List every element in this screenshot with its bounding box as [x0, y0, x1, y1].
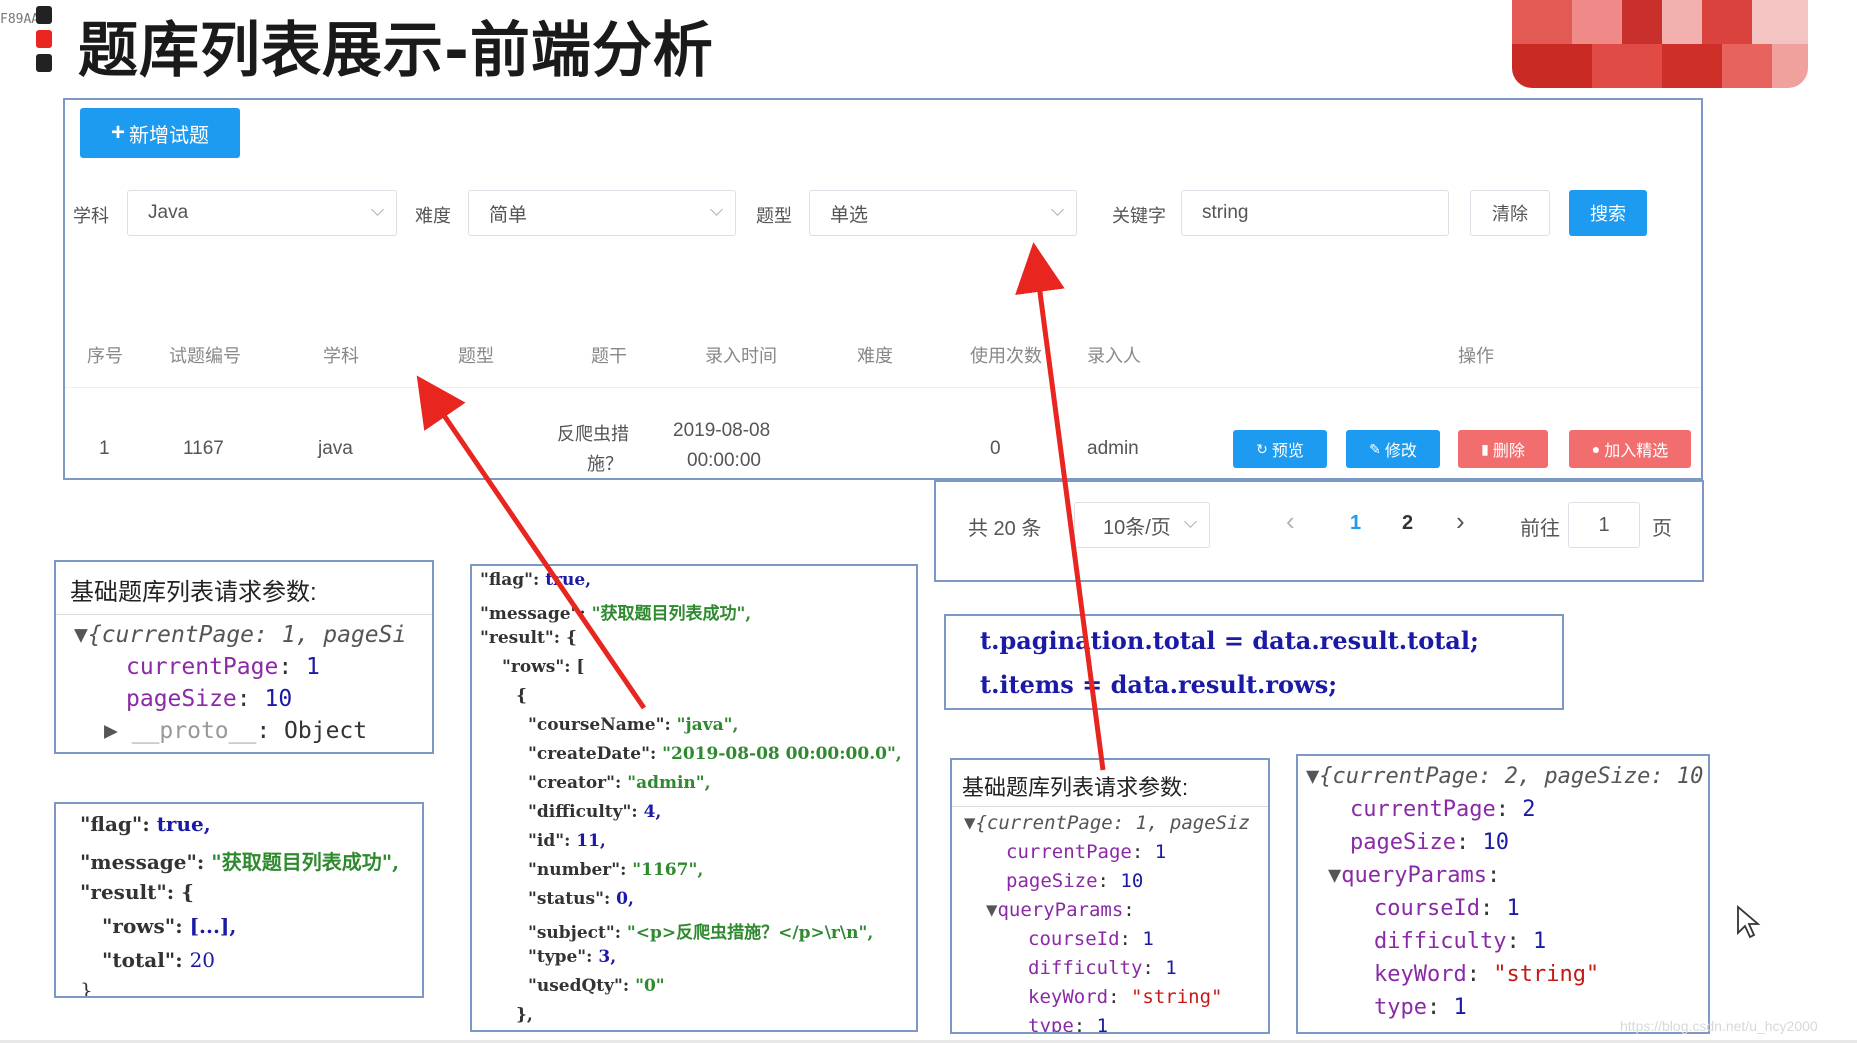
arrow-params-to-filters: [1015, 242, 1106, 771]
annotation-arrows: [416, 242, 1106, 771]
arrow-response-to-table: [416, 375, 647, 710]
mouse-cursor-icon: [1737, 905, 1761, 939]
watermark: https://blog.csdn.net/u_hcy2000: [1620, 1018, 1818, 1034]
